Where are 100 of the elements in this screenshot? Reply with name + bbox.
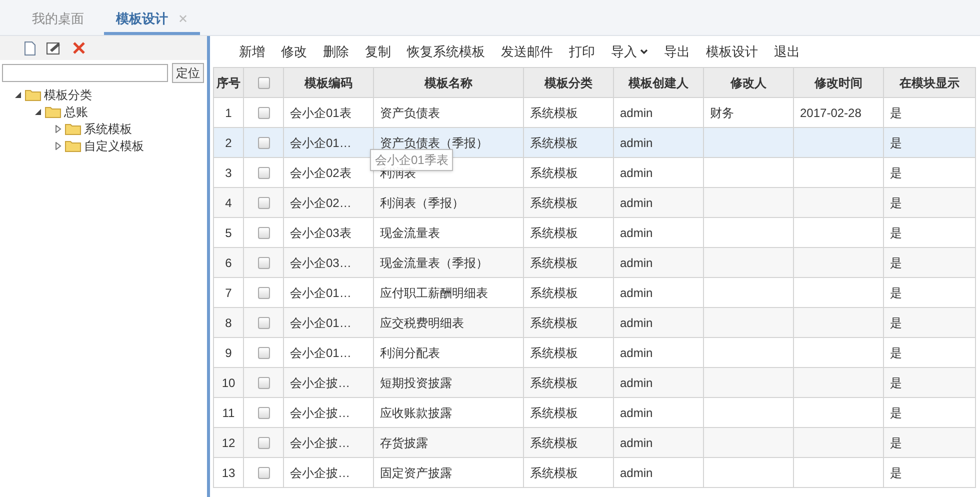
table-cell: 是 <box>890 436 902 450</box>
expanded-triangle-icon[interactable] <box>34 108 42 116</box>
column-header[interactable]: 模板名称 <box>424 76 472 90</box>
table-row[interactable]: 11 会小企披… 应收账款披露 系统模板 admin 是 <box>214 398 976 428</box>
table-cell: 是 <box>890 106 902 120</box>
table-cell: 会小企01… <box>290 136 352 150</box>
toolbar-button[interactable]: 发送邮件 <box>495 40 559 64</box>
tree-item[interactable]: 总账 <box>64 102 88 120</box>
table-cell: 会小企03表 <box>290 226 352 240</box>
table-cell: 系统模板 <box>530 466 578 480</box>
table-cell: 6 <box>225 256 232 270</box>
table-row[interactable]: 5 会小企03表 现金流量表 系统模板 admin 是 <box>214 218 976 248</box>
table-cell: 11 <box>222 406 235 420</box>
toolbar-button[interactable]: 模板设计 <box>700 40 764 64</box>
table-row[interactable]: 7 会小企01… 应付职工薪酬明细表 系统模板 admin 是 <box>214 278 976 308</box>
table-row[interactable]: 6 会小企03… 现金流量表（季报） 系统模板 admin 是 <box>214 248 976 278</box>
table-cell: 利润表（季报） <box>380 196 464 210</box>
collapsed-triangle-icon[interactable] <box>54 142 62 150</box>
table-row[interactable]: 9 会小企01… 利润分配表 系统模板 admin 是 <box>214 338 976 368</box>
toolbar-button[interactable]: 打印 <box>563 40 601 64</box>
toolbar-button[interactable]: 删除 <box>317 40 355 64</box>
toolbar-button[interactable]: 导入 <box>605 40 654 64</box>
table-cell: 5 <box>225 226 232 240</box>
table-cell: 现金流量表 <box>380 226 440 240</box>
table-cell: admin <box>620 106 653 120</box>
table-cell: 9 <box>225 346 232 360</box>
table-cell: 系统模板 <box>530 166 578 180</box>
tree-item[interactable]: 模板分类 <box>44 86 92 104</box>
tree-item[interactable]: 系统模板 <box>84 120 132 138</box>
toolbar-button[interactable]: 恢复系统模板 <box>401 40 491 64</box>
folder-icon <box>45 106 61 118</box>
table-cell: 会小企01… <box>290 316 352 330</box>
tree-item[interactable]: 自定义模板 <box>84 136 144 154</box>
checkbox[interactable] <box>258 287 270 300</box>
table-cell: 是 <box>890 376 902 390</box>
table-cell: 会小企披… <box>290 376 350 390</box>
table-cell: admin <box>620 196 653 210</box>
checkbox[interactable] <box>258 437 270 450</box>
table-cell: 是 <box>890 226 902 240</box>
tooltip: 会小企01季表 <box>370 149 454 171</box>
table-cell: 系统模板 <box>530 346 578 360</box>
table-cell: 现金流量表（季报） <box>380 256 488 270</box>
checkbox[interactable] <box>258 167 270 180</box>
table-cell: 是 <box>890 166 902 180</box>
table-cell: 短期投资披露 <box>380 376 452 390</box>
folder-icon <box>65 122 81 134</box>
table-row[interactable]: 4 会小企02… 利润表（季报） 系统模板 admin 是 <box>214 188 976 218</box>
table-row[interactable]: 13 会小企披… 固定资产披露 系统模板 admin 是 <box>214 458 976 488</box>
table-cell: 系统模板 <box>530 316 578 330</box>
checkbox[interactable] <box>258 257 270 270</box>
table-cell: admin <box>620 256 653 270</box>
toolbar-button[interactable]: 新增 <box>233 40 271 64</box>
checkbox[interactable] <box>258 407 270 420</box>
table-cell: 系统模板 <box>530 196 578 210</box>
table-cell: 8 <box>225 316 232 330</box>
table-cell: 2017-02-28 <box>800 106 862 120</box>
table-cell: 是 <box>890 136 902 150</box>
table-cell: 是 <box>890 286 902 300</box>
checkbox[interactable] <box>258 137 270 150</box>
checkbox[interactable] <box>258 227 270 240</box>
table-cell: admin <box>620 226 653 240</box>
table-cell: 资产负债表（季报） <box>380 136 488 150</box>
table-cell: 系统模板 <box>530 226 578 240</box>
table-cell: 资产负债表 <box>380 106 440 120</box>
toolbar-button[interactable]: 退出 <box>768 40 806 64</box>
toolbar-button[interactable]: 修改 <box>275 40 313 64</box>
table-cell: admin <box>620 316 653 330</box>
table-cell: admin <box>620 136 653 150</box>
expanded-triangle-icon[interactable] <box>14 90 22 98</box>
table-cell: 系统模板 <box>530 106 578 120</box>
checkbox[interactable] <box>258 467 270 480</box>
checkbox[interactable] <box>258 317 270 330</box>
table-row[interactable]: 1 会小企01表 资产负债表 系统模板 admin 财务 2017-02-28 是 <box>214 98 976 128</box>
checkbox[interactable] <box>258 347 270 360</box>
toolbar-button[interactable]: 导出 <box>658 40 696 64</box>
checkbox[interactable] <box>258 197 270 210</box>
collapsed-triangle-icon[interactable] <box>54 124 62 132</box>
search-field[interactable] <box>2 64 168 82</box>
locate-button[interactable]: 定位 <box>172 63 204 83</box>
table-row[interactable]: 10 会小企披… 短期投资披露 系统模板 admin 是 <box>214 368 976 398</box>
checkbox[interactable] <box>258 77 270 90</box>
table-cell: 1 <box>225 106 232 120</box>
checkbox[interactable] <box>258 377 270 390</box>
table-cell: admin <box>620 166 653 180</box>
checkbox[interactable] <box>258 107 270 120</box>
table-cell: 应交税费明细表 <box>380 316 464 330</box>
delete-icon[interactable] <box>72 41 86 55</box>
table-cell: admin <box>620 346 653 360</box>
table-cell: 10 <box>222 376 236 390</box>
toolbar-button[interactable]: 复制 <box>359 40 397 64</box>
new-document-icon[interactable] <box>24 40 36 56</box>
table-cell: 应收账款披露 <box>380 406 452 420</box>
folder-icon <box>25 88 41 100</box>
table-cell: 会小企01表 <box>290 106 352 120</box>
edit-icon[interactable] <box>46 41 62 55</box>
table-row[interactable]: 12 会小企披… 存货披露 系统模板 admin 是 <box>214 428 976 458</box>
table-cell: 会小企披… <box>290 406 350 420</box>
table-row[interactable]: 8 会小企01… 应交税费明细表 系统模板 admin 是 <box>214 308 976 338</box>
column-header[interactable]: 修改人 <box>730 76 766 90</box>
table-cell: 会小企披… <box>290 436 350 450</box>
